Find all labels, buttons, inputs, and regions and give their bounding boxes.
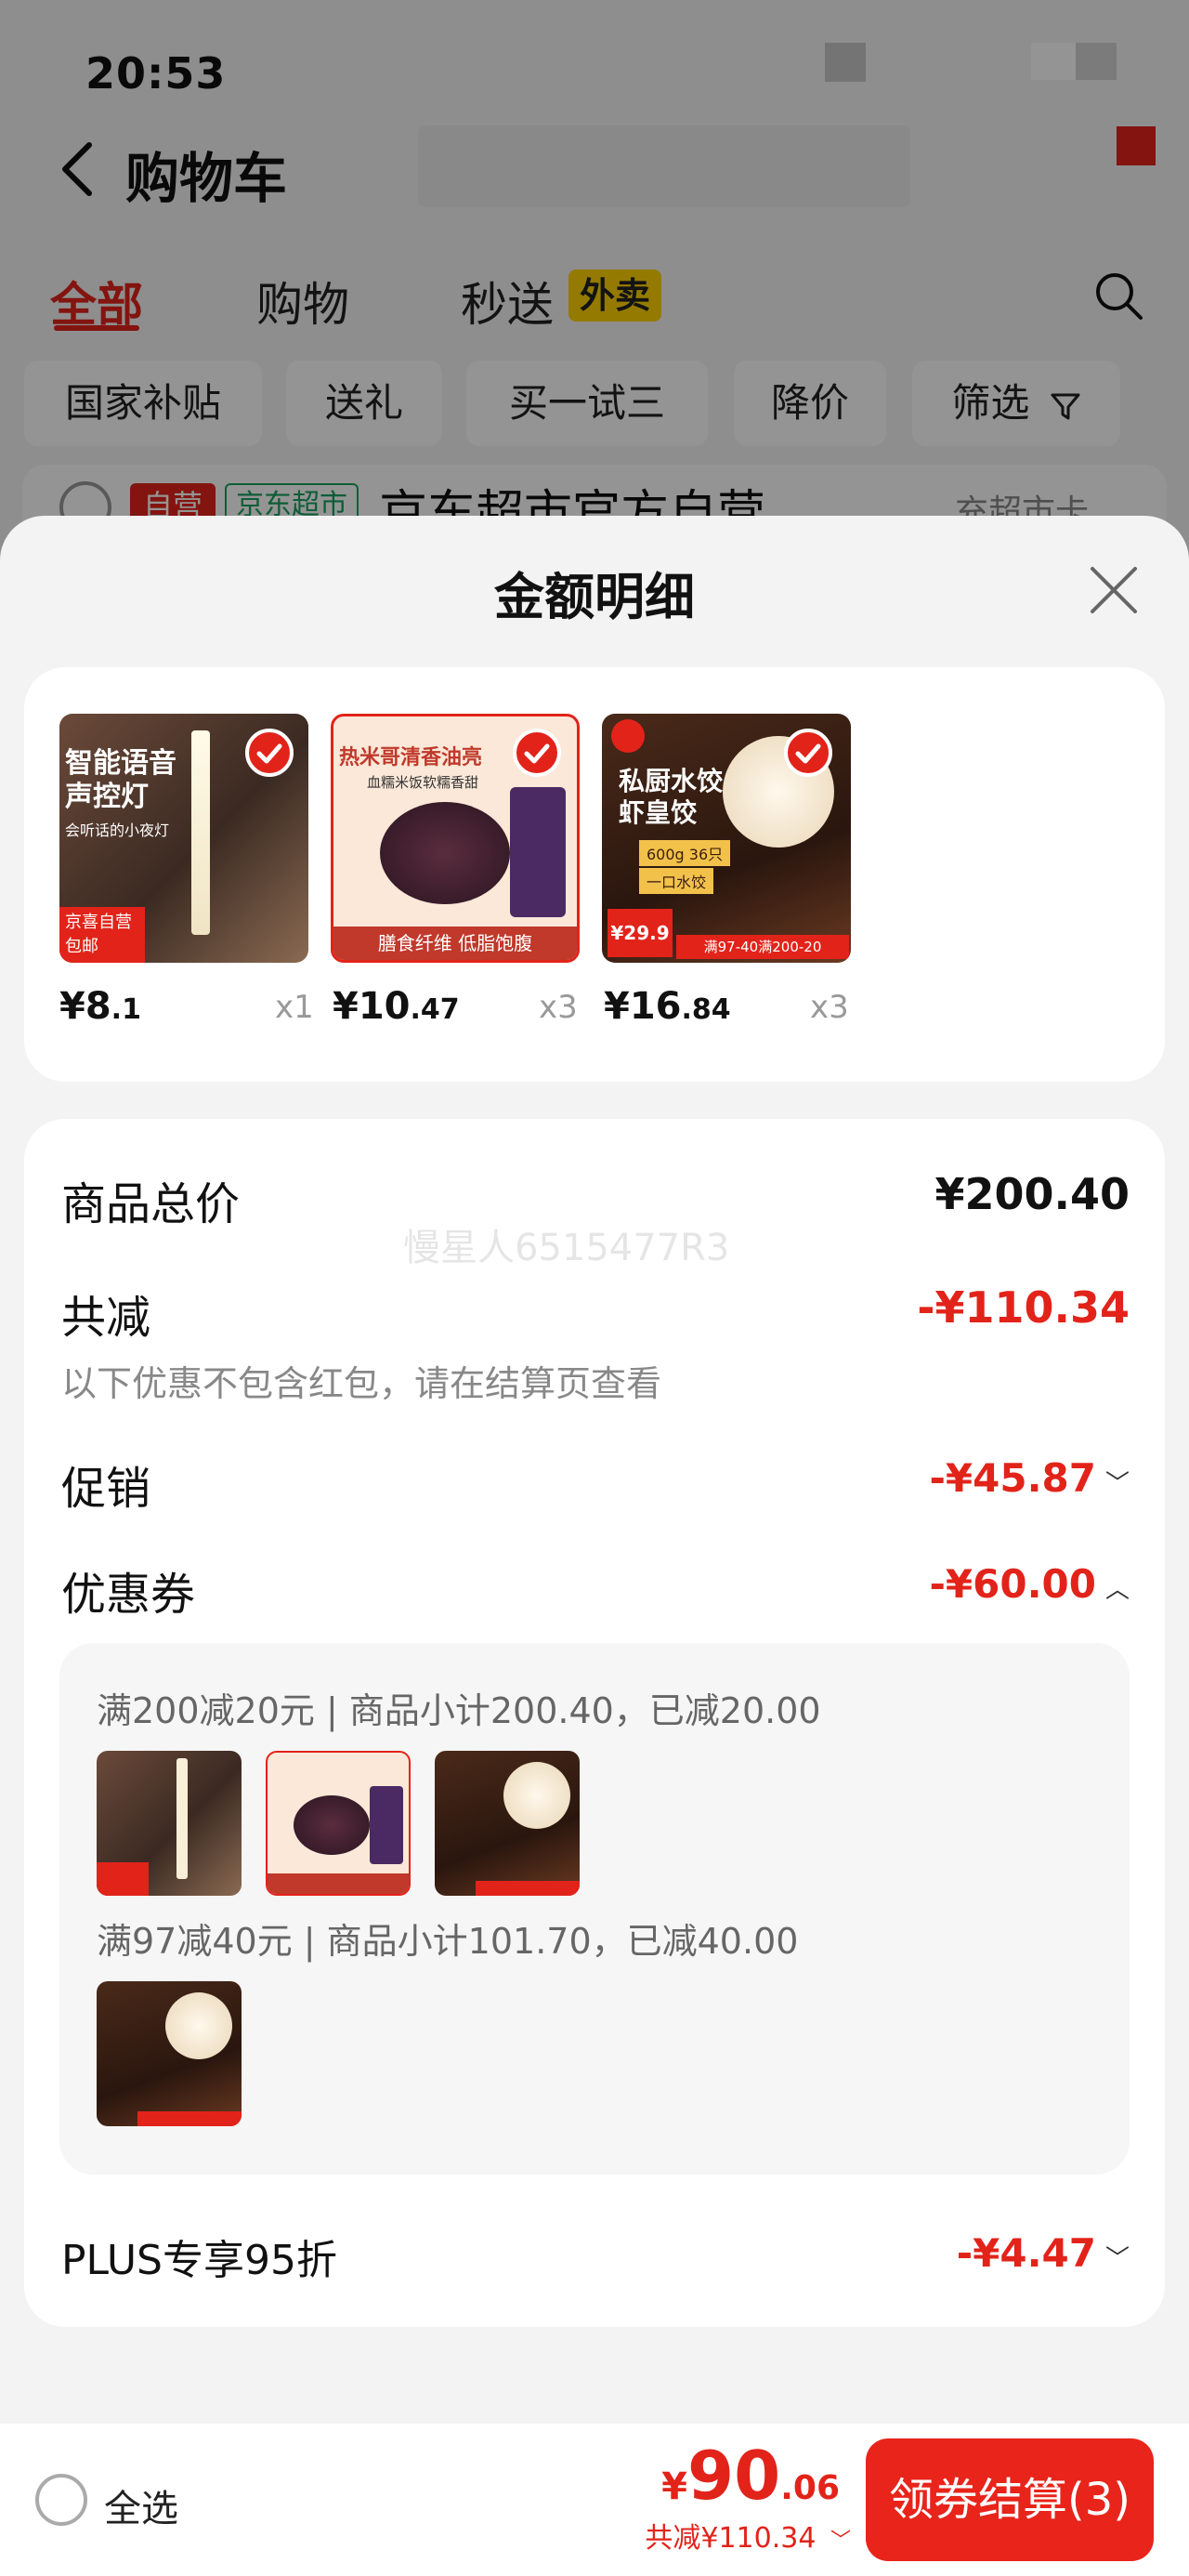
reduce-note: 以下优惠不包含红包，请在结算页查看 xyxy=(61,1363,662,1404)
mini-product-image xyxy=(435,1751,580,1896)
mini-product-image xyxy=(97,1751,242,1896)
product-qty: x1 xyxy=(275,989,314,1026)
total-yen: ¥ xyxy=(661,2465,688,2508)
price-int: ¥8 xyxy=(59,985,111,1028)
chevron-up-icon: ︿ xyxy=(1104,1576,1130,1604)
watermark: 慢星人6515477R3 xyxy=(403,1227,730,1269)
lamp-tag: 京喜自营 包邮 xyxy=(59,907,145,963)
promo-label: 促销 xyxy=(61,1463,151,1515)
brand-logo xyxy=(611,719,645,753)
checked-icon xyxy=(513,729,561,777)
rice-top: 热米哥清香油亮 xyxy=(339,746,483,769)
lamp-bar xyxy=(191,730,210,935)
price-dec: .47 xyxy=(410,993,460,1026)
checked-icon xyxy=(784,729,832,777)
total-price: ¥90.06 xyxy=(661,2437,840,2515)
mini-product-image xyxy=(97,1981,242,2126)
coupon-detail-line: 满97减40元 | 商品小计101.70，已减40.00 xyxy=(97,1921,799,1962)
rice-bottom: 膳食纤维 低脂饱腹 xyxy=(333,927,577,960)
select-all-label[interactable]: 全选 xyxy=(104,2478,178,2532)
lamp-subtitle: 会听话的小夜灯 xyxy=(65,821,170,839)
dumpling-title: 私厨水饺 虾皇饺 xyxy=(619,766,724,828)
checkout-button[interactable]: 领券结算(3) xyxy=(866,2438,1154,2561)
price-int: ¥10 xyxy=(333,985,411,1028)
chevron-down-icon: ﹀ xyxy=(1104,1470,1130,1498)
lamp-title: 智能语音 声控灯 xyxy=(65,747,176,813)
dumpling-tag2: 一口水饺 xyxy=(639,868,714,894)
select-all-checkbox[interactable] xyxy=(35,2474,87,2526)
promo-value: -¥45.87 xyxy=(929,1455,1096,1501)
rice-bag xyxy=(510,787,566,917)
product-price: ¥8.1 xyxy=(59,985,141,1028)
product-qty: x3 xyxy=(810,989,849,1026)
total-int: 90 xyxy=(687,2437,781,2515)
chevron-down-icon: ﹀ xyxy=(1104,2245,1130,2273)
price-dec: .84 xyxy=(681,993,731,1026)
coupon-detail-line: 满200减20元 | 商品小计200.40，已减20.00 xyxy=(97,1690,821,1731)
dumpling-tag1: 600g 36只 xyxy=(639,840,731,866)
total-value: ¥200.40 xyxy=(934,1169,1130,1219)
promo-row-toggle[interactable]: -¥45.87 ﹀ xyxy=(929,1455,1130,1501)
dumpling-price-tag: ¥29.9 xyxy=(608,909,673,957)
reduce-value: -¥110.34 xyxy=(917,1282,1130,1333)
coupon-label: 优惠券 xyxy=(61,1569,196,1621)
price-int: ¥16 xyxy=(604,985,682,1028)
total-reduce-toggle[interactable]: 共减¥110.34 ﹀ xyxy=(645,2515,851,2556)
total-label: 商品总价 xyxy=(61,1178,241,1230)
close-icon[interactable] xyxy=(1085,561,1143,619)
rice-bag xyxy=(370,1786,403,1864)
plus-value: -¥4.47 xyxy=(956,2230,1096,2276)
mini-product-image xyxy=(266,1751,411,1896)
product-price: ¥16.84 xyxy=(604,985,731,1028)
rice-sub: 血糯米饭软糯香甜 xyxy=(367,774,479,791)
total-reduce-label: 共减¥110.34 xyxy=(645,2522,817,2555)
plus-row-toggle[interactable]: -¥4.47 ﹀ xyxy=(957,2230,1130,2276)
dumpling-shape xyxy=(165,1992,232,2059)
price-dec: .1 xyxy=(111,993,141,1026)
total-dec: .06 xyxy=(780,2469,840,2507)
plus-label: PLUS专享95折 xyxy=(61,2237,337,2284)
lamp-bar xyxy=(176,1758,188,1879)
dumpling-promo: 满97-40满200-20 xyxy=(676,935,849,959)
lamp-tag xyxy=(97,1862,149,1896)
checked-icon xyxy=(245,729,294,777)
rice-bottom-strip xyxy=(268,1873,409,1894)
coupon-value: -¥60.00 xyxy=(929,1561,1096,1607)
dumpling-shape xyxy=(503,1762,570,1829)
dumpling-promo-strip xyxy=(137,2111,242,2126)
chevron-down-icon: ﹀ xyxy=(830,2530,851,2553)
product-price: ¥10.47 xyxy=(333,985,460,1028)
coupon-row-toggle[interactable]: -¥60.00 ︿ xyxy=(929,1561,1130,1607)
rice-bowl xyxy=(294,1795,370,1855)
sheet-title: 金额明细 xyxy=(494,568,695,626)
rice-bowl xyxy=(380,802,510,904)
reduce-label: 共减 xyxy=(61,1292,151,1344)
dumpling-promo-strip xyxy=(476,1881,580,1896)
product-qty: x3 xyxy=(539,989,578,1026)
